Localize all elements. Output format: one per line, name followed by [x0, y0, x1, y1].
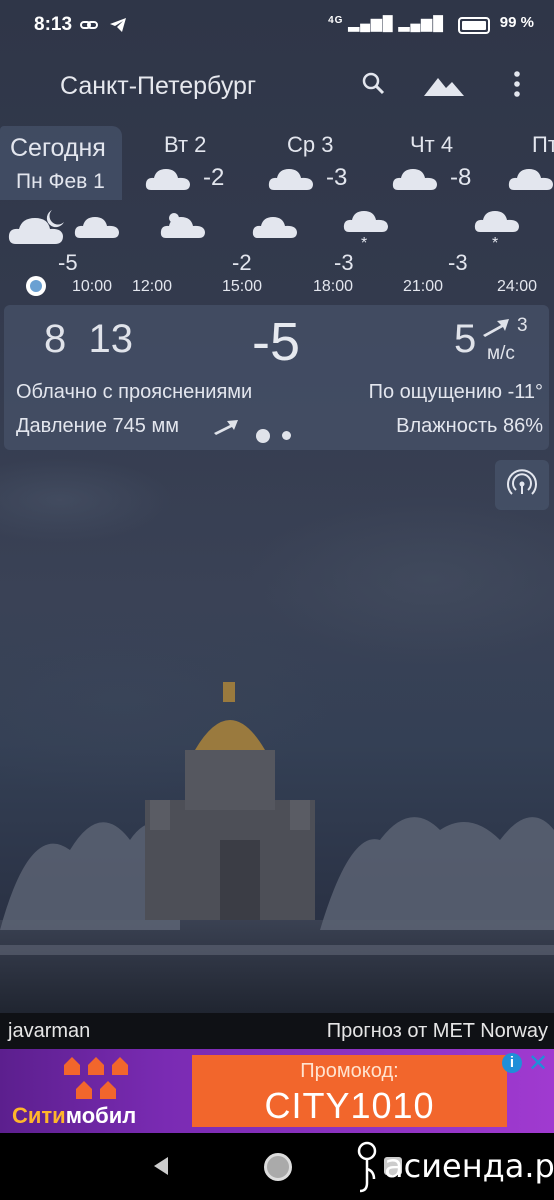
humidity: Влажность 86%	[396, 415, 543, 437]
days-strip: Сегодня Пн Фев 1 Вт 2 -2 Ср 3 -3 Чт 4 -8…	[0, 126, 554, 202]
day-name: Ср 3	[287, 132, 334, 157]
hourly-temp: -3	[334, 250, 354, 275]
hourly-time: 12:00	[132, 278, 173, 295]
ad-promo-code: CITY1010	[264, 1085, 435, 1126]
day-name: Пт	[532, 132, 554, 157]
feels-like: По ощущению -11°	[368, 381, 543, 403]
forecast-source[interactable]: Прогноз от MET Norway	[327, 1020, 548, 1043]
status-bar: 8:13 4G ▂▄▆█ ▂▄▆█ 99 %	[0, 0, 554, 48]
day-tab-tue[interactable]: Вт 2 -2	[145, 126, 245, 200]
day-temp: -2	[203, 164, 225, 191]
ad-brand: Ситимобил	[12, 1103, 137, 1128]
weather-description: Облачно с прояснениями	[16, 381, 253, 403]
home-icon[interactable]	[264, 1153, 292, 1181]
current-time: 8 13	[44, 317, 133, 361]
day-name: Вт 2	[164, 132, 207, 157]
cloud-icon	[392, 169, 437, 190]
cloud-icon	[145, 169, 190, 190]
photo-author[interactable]: javarman	[8, 1020, 90, 1043]
ad-promo-box[interactable]: Промокод: CITY1010	[192, 1055, 507, 1127]
landscape-icon[interactable]	[422, 66, 466, 102]
hourly-temp: -2	[232, 250, 252, 275]
citymobil-logo-icon	[64, 1057, 128, 1099]
cloud-icon	[252, 217, 297, 238]
cloud-icon	[74, 217, 119, 238]
watermark-text: асиенда.ру	[384, 1147, 554, 1185]
ad-promo-label: Промокод:	[300, 1060, 399, 1082]
ad-info-icon[interactable]: i	[502, 1053, 522, 1073]
wind-speed: 5	[454, 317, 477, 361]
network-type: 4G	[328, 15, 344, 26]
page-indicator	[256, 427, 303, 445]
day-temp: -3	[326, 164, 348, 191]
credits-bar: javarman Прогноз от MET Norway	[0, 1013, 554, 1049]
hourly-time: 15:00	[222, 278, 263, 295]
app-bar: Санкт-Петербург	[0, 48, 554, 126]
svg-text:*: *	[361, 235, 367, 248]
hourly-time: 21:00	[403, 278, 444, 295]
moon-cloud-icon	[8, 210, 64, 244]
snow-cloud-icon: *	[474, 211, 519, 248]
page-dot	[282, 431, 291, 441]
radar-icon	[507, 469, 537, 495]
hourly-time: 18:00	[313, 278, 354, 295]
cloud-icon	[508, 169, 553, 190]
ad-banner[interactable]: Ситимобил Промокод: CITY1010 i ✕	[0, 1049, 554, 1133]
current-temperature: -5	[252, 312, 301, 372]
pressure-trend-icon	[214, 420, 238, 435]
day-temp: -8	[450, 164, 472, 191]
back-icon[interactable]	[152, 1155, 170, 1177]
pressure: Давление 745 мм	[16, 415, 179, 437]
cathedral-scene	[0, 682, 554, 1020]
wind-unit: м/с	[487, 343, 515, 364]
moon-cloud-icon	[160, 213, 205, 238]
radar-button[interactable]	[495, 460, 549, 510]
snow-cloud-icon: *	[343, 211, 388, 248]
status-time: 8:13	[34, 14, 73, 35]
day-name: Чт 4	[410, 132, 454, 157]
telegram-icon	[110, 17, 127, 32]
hourly-temp: -3	[448, 250, 468, 275]
current-time-marker	[26, 276, 46, 296]
day-tab-thu[interactable]: Чт 4 -8	[392, 126, 492, 200]
link-icon	[80, 20, 98, 29]
ad-close-icon[interactable]: ✕	[528, 1049, 548, 1078]
cloud-icon	[268, 169, 313, 190]
hourly-forecast: * * -5 -2 -3 -3 10:00 12:00 15:00 18:00 …	[0, 202, 554, 300]
svg-text:*: *	[492, 235, 498, 248]
more-vert-icon[interactable]	[500, 66, 536, 102]
hourly-temp: -5	[58, 250, 78, 275]
wind-gust: 3	[517, 315, 528, 336]
day-date: Пн Фев 1	[16, 170, 105, 193]
search-icon[interactable]	[356, 66, 392, 102]
battery-percent: 99 %	[499, 14, 534, 31]
city-title[interactable]: Санкт-Петербург	[60, 72, 256, 101]
day-tab-wed[interactable]: Ср 3 -3	[268, 126, 368, 200]
current-conditions-card[interactable]: 8 13 -5 5 3 м/с Облачно с прояснениями П…	[4, 305, 549, 450]
day-name: Сегодня	[10, 134, 106, 162]
watermark-logo-icon	[357, 1141, 377, 1193]
hourly-time: 24:00	[497, 278, 538, 295]
status-notification-icons	[80, 14, 127, 36]
system-nav-bar: асиенда.ру	[0, 1133, 554, 1200]
day-tab-today[interactable]: Сегодня Пн Фев 1	[0, 126, 122, 200]
hourly-time: 10:00	[72, 278, 113, 295]
page-dot-active	[256, 428, 270, 443]
day-tab-fri[interactable]: Пт	[508, 126, 554, 200]
signal-icon: 4G ▂▄▆█ ▂▄▆█	[328, 15, 444, 31]
wind-arrow-icon	[483, 319, 509, 337]
battery-icon	[458, 17, 490, 34]
